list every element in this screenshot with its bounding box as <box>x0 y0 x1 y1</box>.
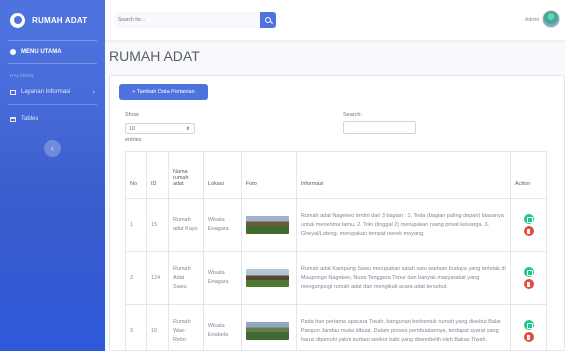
cell-informasi: Pada hari pertama upacara Tiwah, banguna… <box>295 304 512 351</box>
cell-informasi: Rumah adat Kampung Sawu merupakan salah … <box>295 251 512 305</box>
chevron-left-icon: ‹ <box>51 144 54 153</box>
cell-no: 3 <box>125 304 147 351</box>
entries-select[interactable]: 10 ⬍ <box>125 123 195 134</box>
sidebar-brand[interactable]: RUMAH ADAT <box>0 0 105 40</box>
cell-lokasi: Wisata Enabela <box>202 304 242 351</box>
brand-name: RUMAH ADAT <box>32 15 88 25</box>
sidebar-item-label: Layanan Informasi <box>21 89 71 95</box>
sidebar-item-tables[interactable]: Tables <box>0 109 105 129</box>
grid-icon <box>10 89 16 95</box>
cell-action <box>510 304 547 351</box>
cell-foto <box>240 304 297 351</box>
cell-foto <box>240 198 297 252</box>
sidebar-item-menu-utama[interactable]: MENU UTAMA <box>0 41 105 63</box>
column-header-id[interactable]: ID <box>145 151 169 199</box>
data-card: + Tambah Data Pertanian Show 10 ⬍ entrie… <box>109 75 565 351</box>
sidebar-item-layanan-informasi[interactable]: Layanan Informasi › <box>0 82 105 102</box>
cell-id: 124 <box>145 251 169 305</box>
cell-id: 16 <box>145 304 169 351</box>
sidebar-item-label: MENU UTAMA <box>21 49 62 55</box>
delete-icon[interactable] <box>523 279 534 289</box>
topbar: Admin <box>105 0 565 40</box>
table-row: 3 16 Rumah Wae-Rebo Wisata Enabela Pada … <box>125 304 547 351</box>
brand-logo-icon <box>10 12 25 28</box>
cell-action <box>510 198 547 252</box>
edit-icon[interactable] <box>523 320 534 330</box>
add-data-button[interactable]: + Tambah Data Pertanian <box>119 84 208 100</box>
user-name[interactable]: Admin <box>525 17 539 23</box>
show-label: Show <box>125 112 139 118</box>
search-icon <box>265 17 271 23</box>
column-header-no[interactable]: No <box>125 151 147 199</box>
cell-foto <box>240 251 297 305</box>
house-photo <box>245 216 289 234</box>
edit-icon[interactable] <box>523 267 534 277</box>
table-row: 1 15 Rumah adat Kayo Wisata Enagara Ruma… <box>125 198 547 252</box>
cell-nama: Rumah adat Kayo <box>167 198 204 252</box>
column-header-nama[interactable]: Nama rumah adat <box>167 151 204 199</box>
edit-icon[interactable] <box>523 214 534 224</box>
table-header-row: No ID Nama rumah adat Lokasi Foto Inform… <box>125 151 547 199</box>
cell-informasi: Rumah adat Nagekeo terdiri dari 3 bagian… <box>295 198 512 252</box>
column-header-action[interactable]: Action <box>510 151 547 199</box>
column-header-informasi[interactable]: Informasi <box>295 151 512 199</box>
column-header-lokasi[interactable]: Lokasi <box>202 151 242 199</box>
search-input[interactable] <box>114 12 260 28</box>
search-button[interactable] <box>260 12 276 28</box>
house-photo <box>245 269 289 287</box>
cell-lokasi: Wisata Enagara <box>202 198 242 252</box>
sidebar: RUMAH ADAT MENU UTAMA HALAMAN Layanan In… <box>0 0 105 351</box>
entries-label: entries <box>125 137 142 143</box>
cell-lokasi: Wisata Enagara <box>202 251 242 305</box>
column-header-foto[interactable]: Foto <box>240 151 297 199</box>
dashboard-icon <box>10 49 16 55</box>
cell-nama: Rumah Adat Sawu <box>167 251 204 305</box>
cell-no: 2 <box>125 251 147 305</box>
sidebar-item-label: Tables <box>21 116 39 122</box>
table-search-input[interactable] <box>343 121 416 134</box>
table-icon <box>10 116 16 122</box>
cell-id: 15 <box>145 198 169 252</box>
sidebar-divider <box>8 104 97 105</box>
sidebar-heading: HALAMAN <box>10 73 34 78</box>
table-search-label: Search: <box>343 112 362 118</box>
page-title: RUMAH ADAT <box>109 48 200 64</box>
chevron-updown-icon: ⬍ <box>185 126 190 132</box>
house-photo <box>245 322 289 340</box>
cell-action <box>510 251 547 305</box>
sidebar-toggle-button[interactable]: ‹ <box>44 140 61 157</box>
data-table: No ID Nama rumah adat Lokasi Foto Inform… <box>125 151 547 351</box>
avatar[interactable] <box>542 10 560 28</box>
delete-icon[interactable] <box>523 226 534 236</box>
entries-select-value: 10 <box>129 126 136 132</box>
cell-no: 1 <box>125 198 147 252</box>
table-row: 2 124 Rumah Adat Sawu Wisata Enagara Rum… <box>125 251 547 305</box>
chevron-right-icon: › <box>92 88 95 96</box>
cell-nama: Rumah Wae-Rebo <box>167 304 204 351</box>
delete-icon[interactable] <box>523 332 534 342</box>
